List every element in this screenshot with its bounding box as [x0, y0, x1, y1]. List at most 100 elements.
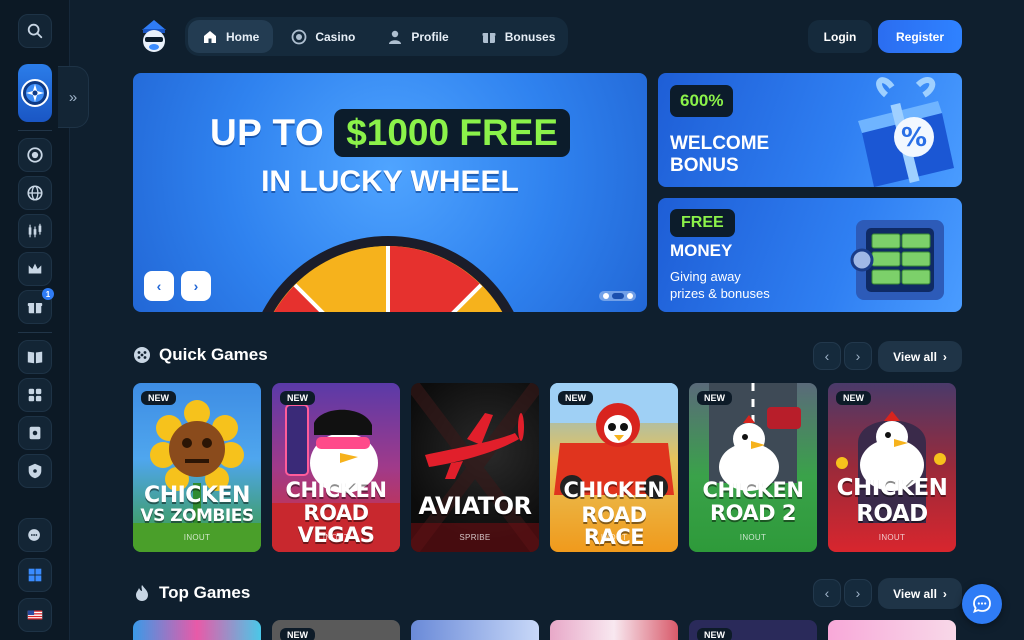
game-card[interactable] [828, 620, 956, 640]
user-icon [389, 30, 402, 44]
game-title: CHICKEN [563, 478, 665, 502]
game-provider: INOUT [322, 533, 350, 542]
carousel-dot-active[interactable] [611, 293, 624, 299]
game-provider: INOUT [600, 533, 628, 542]
casino-chip-icon [291, 29, 307, 44]
fire-icon [136, 585, 148, 601]
gift-icon [482, 32, 496, 43]
nav-label: Casino [315, 29, 356, 44]
hero-prev-button[interactable]: ‹ [144, 271, 174, 301]
sidebar-divider [18, 332, 52, 333]
chevron-right-icon: › [942, 586, 947, 601]
view-all-label: View all [893, 586, 937, 601]
language-button[interactable] [18, 598, 52, 632]
lucky-wheel-shortcut[interactable] [18, 64, 52, 122]
free-money-card[interactable]: FREE MONEY Giving away prizes & bonuses [658, 198, 962, 312]
game-card[interactable]: NEW CHICKEN VS ZOMBIES INOUT [133, 383, 261, 552]
carousel-dot[interactable] [602, 293, 609, 299]
expand-sidebar-button[interactable]: » [58, 66, 89, 128]
game-card[interactable]: NEW [689, 620, 817, 640]
hero-banner[interactable]: UP TO $1000 FREE IN LUCKY WHEEL ‹ › [133, 73, 647, 312]
top-games-list: NEW NEW [133, 620, 956, 640]
windows-icon [28, 568, 42, 582]
support-button[interactable] [18, 518, 52, 552]
quick-games-list: NEW CHICKEN VS ZOMBIES INOUT NEW CHICKEN… [133, 383, 956, 552]
globe-icon [27, 185, 43, 201]
sidebar-item-casino[interactable] [18, 138, 52, 172]
welcome-bonus-card[interactable]: 600% WELCOME BONUS % [658, 73, 962, 187]
game-card[interactable] [133, 620, 261, 640]
game-card[interactable]: NEW CHICKEN ROAD 2 INOUT [689, 383, 817, 552]
section-title: Quick Games [159, 345, 268, 364]
wheel-icon [21, 79, 49, 107]
game-title: VS ZOMBIES [140, 506, 254, 526]
new-badge: NEW [280, 628, 315, 640]
hero-subtitle: IN LUCKY WHEEL [261, 165, 519, 198]
carousel-dots [599, 291, 636, 301]
lucky-wheel-image [262, 236, 514, 312]
game-provider: INOUT [183, 533, 211, 542]
live-chat-button[interactable] [962, 584, 1002, 624]
promo-percent-badge: 600% [670, 85, 734, 117]
sidebar-item-gifts[interactable]: 1 [18, 288, 54, 324]
game-card[interactable]: NEW CHICKEN ROAD RACE INOUT [550, 383, 678, 552]
chevron-right-icon: › [855, 348, 861, 364]
game-title: ROAD [856, 501, 928, 527]
game-card[interactable]: NEW CHICKEN ROAD INOUT [828, 383, 956, 552]
promo-title: WELCOME BONUS [670, 133, 769, 177]
nav-tab-bonuses[interactable]: Bonuses [467, 20, 570, 53]
game-title: ROAD 2 [709, 501, 797, 525]
game-title: CHICKEN [836, 475, 948, 501]
site-logo[interactable] [134, 16, 174, 56]
sidebar-item-globe[interactable] [18, 176, 52, 210]
shield-icon [28, 463, 42, 479]
new-badge: NEW [141, 391, 176, 405]
game-card[interactable]: NEW [272, 620, 400, 640]
chicken-road-art [709, 383, 801, 491]
nav-tab-home[interactable]: Home [188, 20, 274, 53]
promo-title: MONEY [670, 241, 733, 260]
chat-icon [973, 595, 991, 613]
top-games-view-all-button[interactable]: View all › [878, 578, 962, 609]
sidebar-item-security[interactable] [18, 454, 52, 488]
casino-chip-icon [27, 147, 43, 163]
game-card[interactable]: NEW CHICKEN ROAD VEGAS INOUT [272, 383, 400, 552]
chevron-right-icon: › [855, 585, 861, 601]
candlestick-chart-icon [28, 223, 42, 238]
sidebar: » 1 [0, 0, 89, 640]
sidebar-item-vip[interactable] [18, 252, 52, 286]
promo-subtitle-line: prizes & bonuses [670, 286, 770, 301]
top-games-header: Top Games [133, 578, 250, 608]
quick-games-next-button[interactable]: › [844, 342, 872, 370]
gamepad-icon [28, 388, 42, 402]
login-button[interactable]: Login [808, 20, 872, 53]
sidebar-item-trading[interactable] [18, 214, 52, 248]
register-button[interactable]: Register [878, 20, 962, 53]
top-games-next-button[interactable]: › [844, 579, 872, 607]
nav-tab-casino[interactable]: Casino [277, 20, 369, 53]
promo-subtitle-line: Giving away [670, 269, 741, 284]
carousel-dot[interactable] [626, 293, 633, 299]
nav-tab-profile[interactable]: Profile [373, 20, 462, 53]
search-button[interactable] [18, 14, 52, 48]
chevron-right-icon: › [942, 349, 947, 364]
top-games-prev-button[interactable]: ‹ [813, 579, 841, 607]
nav-label: Home [226, 29, 260, 44]
money-safe-image [850, 220, 944, 300]
chevron-left-icon: ‹ [824, 348, 830, 364]
windows-app-button[interactable] [18, 558, 52, 592]
game-card[interactable] [550, 620, 678, 640]
hero-next-button[interactable]: › [181, 271, 211, 301]
game-card[interactable] [411, 620, 539, 640]
new-badge: NEW [558, 391, 593, 405]
sidebar-item-games[interactable] [18, 378, 52, 412]
quick-games-view-all-button[interactable]: View all › [878, 341, 962, 372]
new-badge: NEW [836, 391, 871, 405]
quick-games-prev-button[interactable]: ‹ [813, 342, 841, 370]
game-card[interactable]: AVIATOR SPRIBE [411, 383, 539, 552]
search-icon [27, 23, 43, 39]
game-title: CHICKEN [702, 478, 804, 502]
sidebar-item-rules[interactable] [18, 340, 52, 374]
sidebar-item-wallet[interactable] [18, 416, 52, 450]
crown-icon [28, 263, 42, 274]
